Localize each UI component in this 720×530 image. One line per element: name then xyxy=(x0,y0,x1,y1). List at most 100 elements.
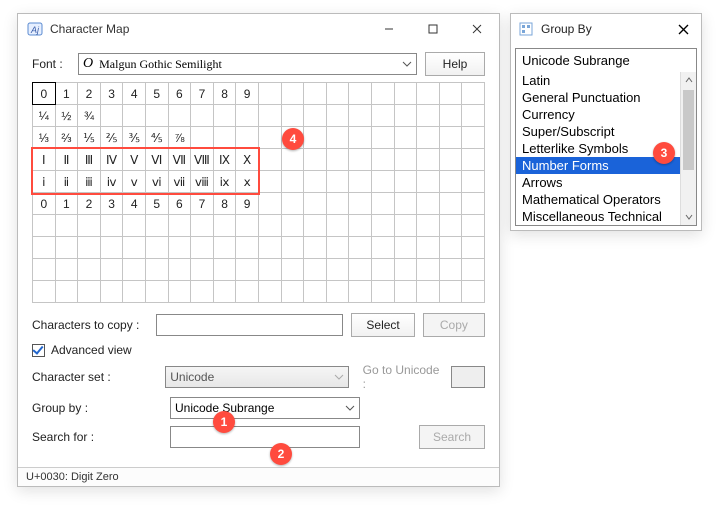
select-button[interactable]: Select xyxy=(351,313,414,337)
char-cell[interactable] xyxy=(349,193,372,215)
char-cell[interactable]: ⅵ xyxy=(145,171,168,193)
char-cell[interactable] xyxy=(417,193,440,215)
char-cell[interactable] xyxy=(304,215,327,237)
char-cell[interactable]: 4 xyxy=(123,83,146,105)
list-item[interactable]: Miscellaneous Technical xyxy=(516,208,696,225)
char-cell[interactable] xyxy=(236,259,259,281)
char-cell[interactable]: ⅱ xyxy=(55,171,78,193)
char-cell[interactable] xyxy=(123,281,146,303)
char-cell[interactable] xyxy=(33,281,56,303)
char-cell[interactable] xyxy=(462,215,485,237)
char-cell[interactable] xyxy=(439,171,462,193)
char-cell[interactable] xyxy=(258,127,281,149)
char-cell[interactable]: ½ xyxy=(55,105,78,127)
maximize-button[interactable] xyxy=(411,15,455,43)
char-cell[interactable]: ⅘ xyxy=(145,127,168,149)
char-cell[interactable]: 3 xyxy=(100,193,123,215)
char-cell[interactable]: 2 xyxy=(78,83,101,105)
char-cell[interactable]: 7 xyxy=(191,83,214,105)
char-cell[interactable] xyxy=(213,127,236,149)
copy-button[interactable]: Copy xyxy=(423,313,485,337)
char-cell[interactable] xyxy=(371,237,394,259)
search-button[interactable]: Search xyxy=(419,425,485,449)
char-cell[interactable] xyxy=(236,127,259,149)
char-cell[interactable]: 6 xyxy=(168,83,191,105)
char-cell[interactable]: ⅖ xyxy=(100,127,123,149)
char-cell[interactable]: ¾ xyxy=(78,105,101,127)
char-cell[interactable] xyxy=(462,259,485,281)
chars-to-copy-input[interactable] xyxy=(156,314,343,336)
char-cell[interactable] xyxy=(213,237,236,259)
char-cell[interactable]: Ⅴ xyxy=(123,149,146,171)
character-grid[interactable]: 0123456789¼½¾⅓⅔⅕⅖⅗⅘⅞ⅠⅡⅢⅣⅤⅥⅦⅧⅨⅩⅰⅱⅲⅳⅴⅵⅶⅷⅸⅹ… xyxy=(32,82,485,303)
char-cell[interactable]: Ⅵ xyxy=(145,149,168,171)
search-input[interactable] xyxy=(170,426,360,448)
char-cell[interactable] xyxy=(100,105,123,127)
char-cell[interactable] xyxy=(213,259,236,281)
subrange-listbox[interactable]: Unicode Subrange LatinGeneral Punctuatio… xyxy=(515,48,697,226)
char-cell[interactable] xyxy=(371,149,394,171)
char-cell[interactable]: 9 xyxy=(236,193,259,215)
char-cell[interactable] xyxy=(281,193,304,215)
char-cell[interactable] xyxy=(371,105,394,127)
char-cell[interactable] xyxy=(168,259,191,281)
char-cell[interactable] xyxy=(78,281,101,303)
char-cell[interactable] xyxy=(55,215,78,237)
list-item[interactable]: Currency xyxy=(516,106,696,123)
minimize-button[interactable] xyxy=(367,15,411,43)
char-cell[interactable]: ⅗ xyxy=(123,127,146,149)
char-cell[interactable] xyxy=(394,127,417,149)
close-button[interactable] xyxy=(455,15,499,43)
char-cell[interactable] xyxy=(349,127,372,149)
char-cell[interactable] xyxy=(417,127,440,149)
char-cell[interactable] xyxy=(439,281,462,303)
groupby-select[interactable]: Unicode Subrange xyxy=(170,397,360,419)
char-cell[interactable]: ⅞ xyxy=(168,127,191,149)
char-cell[interactable]: Ⅶ xyxy=(168,149,191,171)
char-cell[interactable]: 2 xyxy=(78,193,101,215)
char-cell[interactable] xyxy=(236,281,259,303)
char-cell[interactable] xyxy=(145,281,168,303)
help-button[interactable]: Help xyxy=(425,52,485,76)
char-cell[interactable]: Ⅸ xyxy=(213,149,236,171)
char-cell[interactable]: ⅹ xyxy=(236,171,259,193)
char-cell[interactable] xyxy=(417,259,440,281)
char-cell[interactable] xyxy=(145,259,168,281)
char-cell[interactable] xyxy=(349,259,372,281)
list-item[interactable]: Latin xyxy=(516,72,696,89)
char-cell[interactable] xyxy=(326,259,349,281)
char-cell[interactable] xyxy=(213,215,236,237)
char-cell[interactable] xyxy=(349,237,372,259)
char-cell[interactable] xyxy=(55,281,78,303)
char-cell[interactable] xyxy=(462,281,485,303)
char-cell[interactable] xyxy=(304,149,327,171)
char-cell[interactable] xyxy=(258,237,281,259)
char-cell[interactable] xyxy=(304,171,327,193)
char-cell[interactable] xyxy=(439,237,462,259)
char-cell[interactable] xyxy=(417,105,440,127)
char-cell[interactable] xyxy=(394,171,417,193)
char-cell[interactable] xyxy=(78,259,101,281)
char-cell[interactable] xyxy=(439,83,462,105)
char-cell[interactable] xyxy=(462,237,485,259)
char-cell[interactable] xyxy=(281,105,304,127)
char-cell[interactable] xyxy=(258,193,281,215)
char-cell[interactable] xyxy=(371,281,394,303)
char-cell[interactable] xyxy=(326,127,349,149)
char-cell[interactable] xyxy=(281,149,304,171)
list-item[interactable]: Super/Subscript xyxy=(516,123,696,140)
char-cell[interactable] xyxy=(326,171,349,193)
char-cell[interactable] xyxy=(33,259,56,281)
char-cell[interactable]: ⅕ xyxy=(78,127,101,149)
char-cell[interactable]: 1 xyxy=(55,193,78,215)
char-cell[interactable] xyxy=(326,193,349,215)
char-cell[interactable] xyxy=(236,215,259,237)
char-cell[interactable] xyxy=(258,281,281,303)
char-cell[interactable] xyxy=(168,105,191,127)
char-cell[interactable]: Ⅷ xyxy=(191,149,214,171)
char-cell[interactable]: ⅶ xyxy=(168,171,191,193)
char-cell[interactable] xyxy=(304,193,327,215)
char-cell[interactable] xyxy=(417,281,440,303)
char-cell[interactable] xyxy=(371,259,394,281)
scrollbar[interactable] xyxy=(680,72,696,225)
